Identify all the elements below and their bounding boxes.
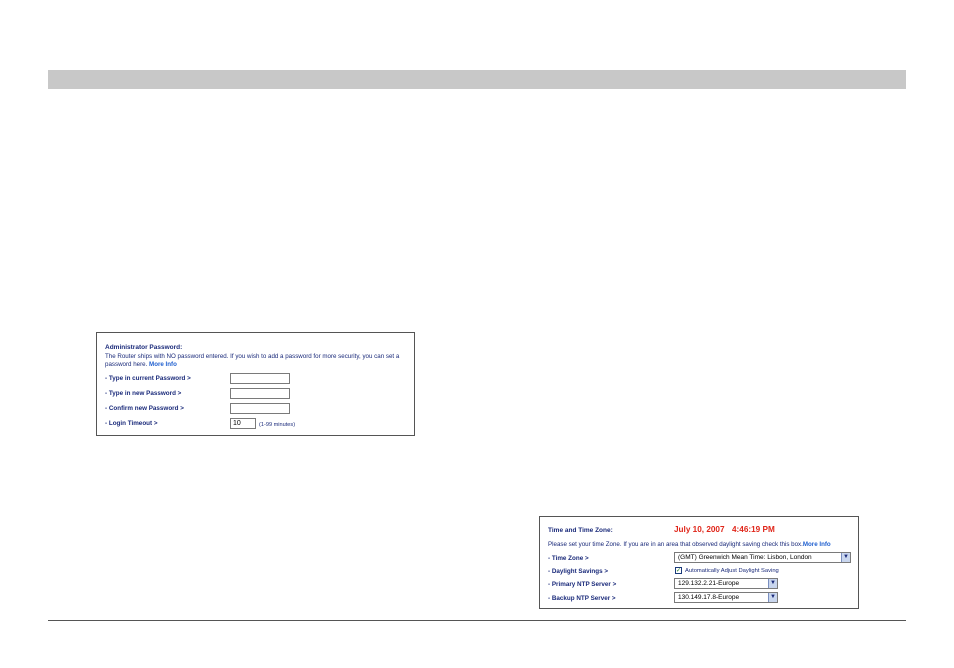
chevron-down-icon[interactable]: ▼ — [768, 579, 777, 588]
admin-password-panel: Administrator Password: The Router ships… — [96, 332, 415, 436]
new-password-input[interactable] — [230, 388, 290, 399]
time-zone-label: - Time Zone > — [548, 555, 589, 562]
admin-password-title: Administrator Password: — [105, 344, 183, 351]
login-timeout-hint: (1-99 minutes) — [259, 422, 296, 428]
daylight-savings-checkbox-label: Automatically Adjust Daylight Saving — [685, 568, 779, 574]
login-timeout-input[interactable]: 10 — [230, 418, 256, 429]
time-zone-select[interactable]: (GMT) Greenwich Mean Time: Lisbon, Londo… — [674, 552, 851, 563]
time-zone-select-value: (GMT) Greenwich Mean Time: Lisbon, Londo… — [678, 554, 812, 561]
chevron-down-icon[interactable]: ▼ — [841, 553, 850, 562]
footer-divider — [48, 620, 906, 621]
header-bar — [48, 70, 906, 89]
daylight-savings-checkbox[interactable]: ✓ — [675, 567, 682, 574]
current-date: July 10, 2007 — [674, 525, 725, 534]
current-password-input[interactable] — [230, 373, 290, 384]
confirm-password-label: - Confirm new Password > — [105, 405, 184, 412]
primary-ntp-select[interactable]: 129.132.2.21-Europe ▼ — [674, 578, 778, 589]
admin-password-description: The Router ships with NO password entere… — [105, 353, 410, 369]
current-password-label: - Type in current Password > — [105, 375, 191, 382]
confirm-password-input[interactable] — [230, 403, 290, 414]
time-zone-description-text: Please set your time Zone. If you are in… — [548, 541, 803, 548]
current-time: 4:46:19 PM — [732, 525, 775, 534]
admin-more-info-link[interactable]: More Info — [149, 361, 177, 368]
primary-ntp-label: - Primary NTP Server > — [548, 581, 617, 588]
chevron-down-icon[interactable]: ▼ — [768, 593, 777, 602]
time-zone-title: Time and Time Zone: — [548, 527, 613, 534]
time-more-info-link[interactable]: More Info — [803, 541, 831, 548]
time-zone-description: Please set your time Zone. If you are in… — [548, 541, 831, 549]
new-password-label: - Type in new Password > — [105, 390, 182, 397]
backup-ntp-select-value: 130.149.17.8-Europe — [678, 594, 740, 601]
daylight-savings-label: - Daylight Savings > — [548, 568, 609, 575]
time-zone-panel: Time and Time Zone: July 10, 2007 4:46:1… — [539, 516, 859, 609]
check-icon: ✓ — [676, 568, 682, 574]
backup-ntp-label: - Backup NTP Server > — [548, 595, 616, 602]
login-timeout-label: - Login Timeout > — [105, 420, 158, 427]
primary-ntp-select-value: 129.132.2.21-Europe — [678, 580, 740, 587]
backup-ntp-select[interactable]: 130.149.17.8-Europe ▼ — [674, 592, 778, 603]
